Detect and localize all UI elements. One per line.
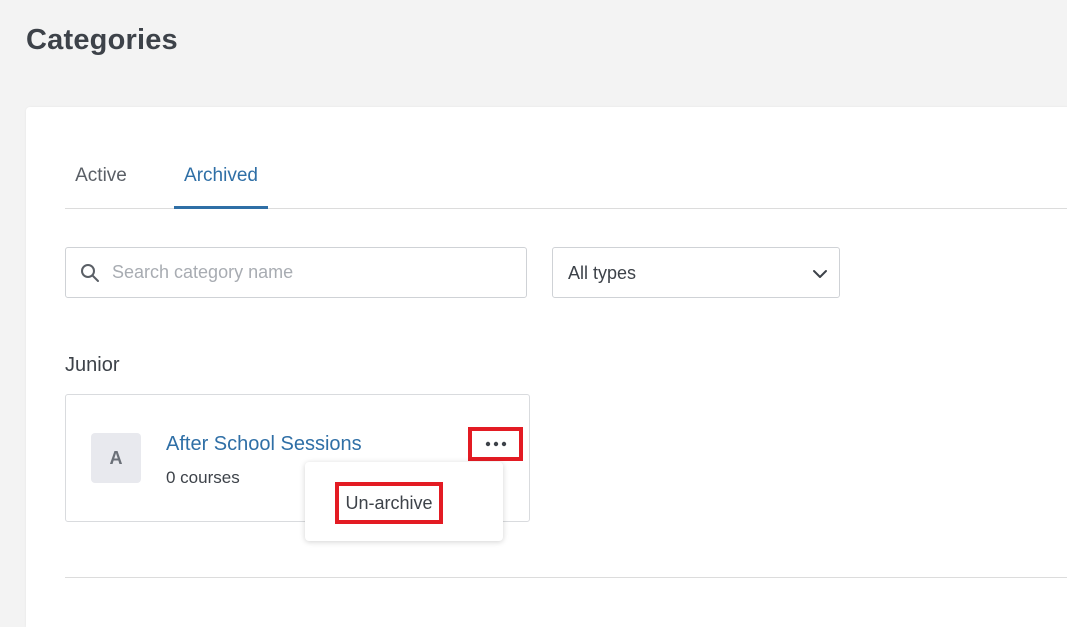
search-input[interactable] [112, 248, 512, 297]
chevron-down-icon [813, 270, 827, 278]
group-label: Junior [65, 354, 120, 376]
search-box[interactable] [65, 247, 527, 298]
divider [65, 577, 1067, 578]
tab-bar: Active Archived [65, 155, 1067, 209]
search-icon [81, 264, 99, 282]
category-avatar: A [91, 433, 141, 483]
menu-item-unarchive[interactable]: Un-archive [335, 482, 443, 524]
categories-panel: Active Archived All types Junior A After… [26, 107, 1067, 627]
category-name-link[interactable]: After School Sessions [166, 433, 362, 456]
tab-active[interactable]: Active [65, 165, 137, 209]
more-options-button[interactable] [468, 427, 523, 461]
tab-archived[interactable]: Archived [174, 165, 268, 209]
type-select-value: All types [568, 263, 637, 283]
options-menu: Un-archive [305, 462, 503, 541]
more-horizontal-icon [485, 441, 506, 447]
category-course-count: 0 courses [166, 468, 240, 487]
type-select[interactable]: All types [552, 247, 840, 298]
page-title: Categories [26, 24, 178, 56]
